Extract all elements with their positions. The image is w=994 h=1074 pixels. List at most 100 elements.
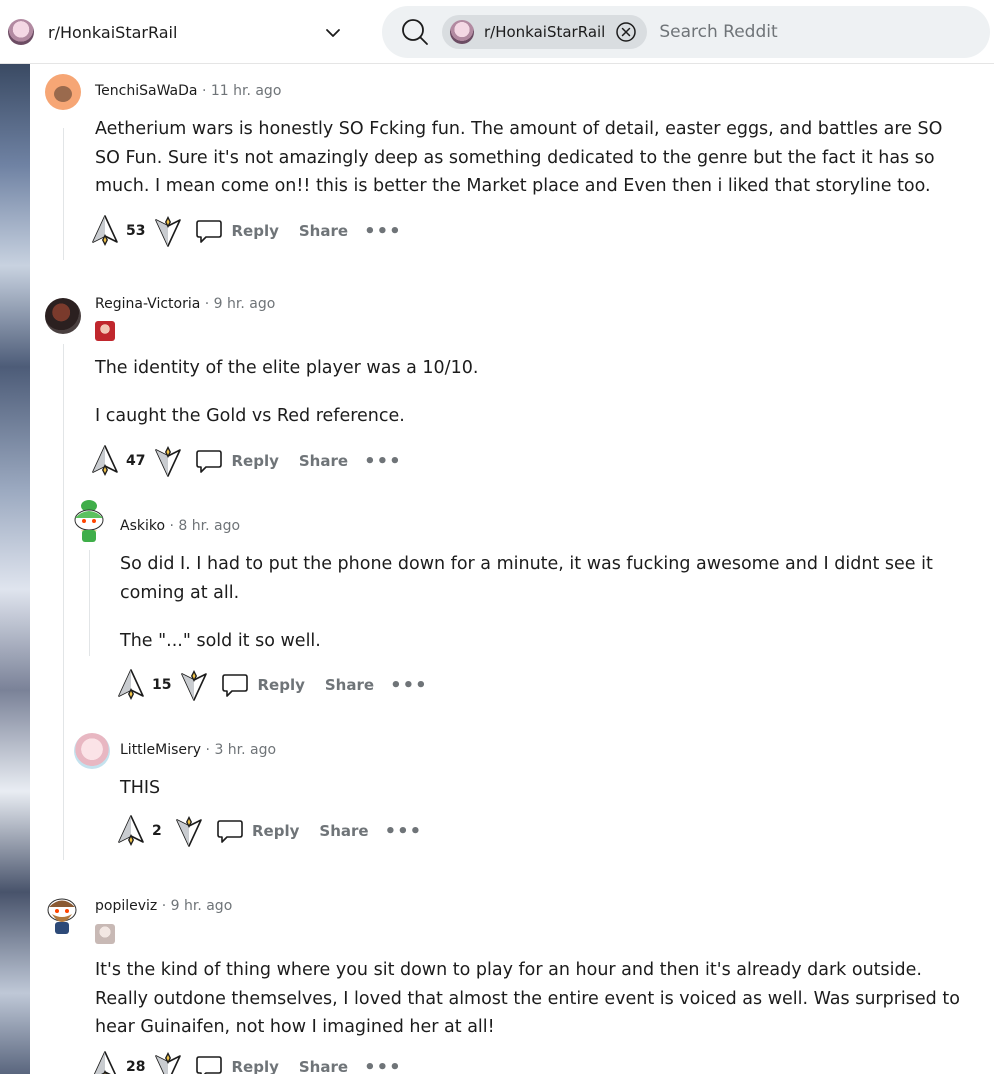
timestamp[interactable]: 9 hr. ago [171,898,233,914]
reply-label: Reply [231,452,279,470]
reply-button[interactable]: Reply [216,818,299,844]
timestamp[interactable]: 9 hr. ago [214,296,276,312]
subreddit-name: r/HonkaiStarRail [48,22,178,42]
comment-reply: LittleMisery · 3 hr. ago THIS 2 Reply Sh… [30,730,994,870]
avatar[interactable] [71,498,107,542]
comment-icon [216,818,244,844]
comment-body: Aetherium wars is honestly SO Fcking fun… [95,115,965,220]
comment: Regina-Victoria · 9 hr. ago The identity… [30,286,994,486]
comment-actions: 47 Reply Share ••• [90,444,402,478]
reply-button[interactable]: Reply [195,1054,279,1074]
more-options-icon[interactable]: ••• [390,675,428,696]
search-input[interactable]: Search Reddit [659,22,777,42]
username[interactable]: TenchiSaWaDa [95,83,197,99]
username[interactable]: LittleMisery [120,742,201,758]
avatar[interactable] [74,733,110,769]
search-scope-chip[interactable]: r/HonkaiStarRail [442,15,648,49]
timestamp[interactable]: 11 hr. ago [211,83,282,99]
reply-label: Reply [231,1058,279,1074]
comment-actions: 28 Reply Share ••• [90,1050,402,1074]
comment-text: I caught the Gold vs Red reference. [95,406,405,426]
comment-text: It's the kind of thing where you sit dow… [95,960,960,1037]
share-button[interactable]: Share [299,1058,348,1074]
comment-actions: 53 Reply Share ••• [90,214,402,248]
share-button[interactable]: Share [319,822,368,840]
timestamp[interactable]: 3 hr. ago [214,742,276,758]
chevron-down-icon[interactable] [322,22,344,44]
reply-label: Reply [252,822,300,840]
comment-thread: TenchiSaWaDa · 11 hr. ago Aetherium wars… [30,64,994,1074]
comment-icon [195,448,223,474]
comment-icon [195,218,223,244]
comment-text: THIS [120,778,161,798]
vote-score: 53 [126,223,146,239]
subreddit-switcher[interactable]: r/HonkaiStarRail [0,0,370,64]
vote-score: 47 [126,453,146,469]
close-icon[interactable] [615,21,637,43]
separator: · [201,83,207,99]
search-scope-label: r/HonkaiStarRail [484,23,606,41]
more-options-icon[interactable]: ••• [364,221,402,242]
share-button[interactable]: Share [299,222,348,240]
share-button[interactable]: Share [299,452,348,470]
user-flair-icon [95,924,115,944]
comment-meta: Askiko · 8 hr. ago [120,518,240,534]
upvote-icon[interactable] [90,1050,120,1074]
reply-label: Reply [257,676,305,694]
comment-body: So did I. I had to put the phone down fo… [120,550,975,675]
reply-button[interactable]: Reply [195,448,279,474]
avatar[interactable] [44,890,80,934]
comment-actions: 2 Reply Share ••• [116,814,422,848]
comment-meta: Regina-Victoria · 9 hr. ago [95,296,275,312]
separator: · [161,898,167,914]
reply-button[interactable]: Reply [195,218,279,244]
username[interactable]: popileviz [95,898,157,914]
reply-label: Reply [231,222,279,240]
search-icon [402,19,428,45]
comment-meta: LittleMisery · 3 hr. ago [120,742,276,758]
separator: · [205,742,210,758]
comment: TenchiSaWaDa · 11 hr. ago Aetherium wars… [30,64,994,264]
comment-text: So did I. I had to put the phone down fo… [120,554,933,603]
vote-score: 15 [152,677,172,693]
share-button[interactable]: Share [325,676,374,694]
upvote-icon[interactable] [90,444,120,478]
search-bar[interactable]: r/HonkaiStarRail Search Reddit [382,6,990,58]
comment-reply: Askiko · 8 hr. ago So did I. I had to pu… [30,498,994,708]
snoo-avatar-icon [47,898,77,934]
background-art [0,64,30,1074]
avatar[interactable] [45,298,81,334]
downvote-icon[interactable] [174,814,204,848]
comment-body: The identity of the elite player was a 1… [95,354,965,450]
reply-button[interactable]: Reply [221,672,305,698]
top-bar: r/HonkaiStarRail r/HonkaiStarRail Search… [0,0,994,64]
username[interactable]: Regina-Victoria [95,296,200,312]
comment-meta: popileviz · 9 hr. ago [95,898,232,914]
separator: · [169,518,174,534]
comment-actions: 15 Reply Share ••• [116,668,428,702]
comment-meta: TenchiSaWaDa · 11 hr. ago [95,83,281,99]
snoo-avatar-icon [74,500,104,542]
comment-text: The "..." sold it so well. [120,630,321,651]
more-options-icon[interactable]: ••• [385,821,423,842]
timestamp[interactable]: 8 hr. ago [178,518,240,534]
more-options-icon[interactable]: ••• [364,451,402,472]
downvote-icon[interactable] [179,668,209,702]
avatar[interactable] [45,74,81,110]
comment: popileviz · 9 hr. ago It's the kind of t… [30,886,994,1074]
comment-body: It's the kind of thing where you sit dow… [95,956,975,1061]
downvote-icon[interactable] [153,1050,183,1074]
upvote-icon[interactable] [90,214,120,248]
comment-text: The identity of the elite player was a 1… [95,358,479,378]
comment-text: Aetherium wars is honestly SO Fcking fun… [95,119,943,196]
upvote-icon[interactable] [116,668,146,702]
vote-score: 2 [152,823,162,839]
downvote-icon[interactable] [153,214,183,248]
separator: · [204,296,210,312]
vote-score: 28 [126,1059,146,1074]
username[interactable]: Askiko [120,518,165,534]
more-options-icon[interactable]: ••• [364,1057,402,1074]
downvote-icon[interactable] [153,444,183,478]
user-flair-icon [95,321,115,341]
upvote-icon[interactable] [116,814,146,848]
